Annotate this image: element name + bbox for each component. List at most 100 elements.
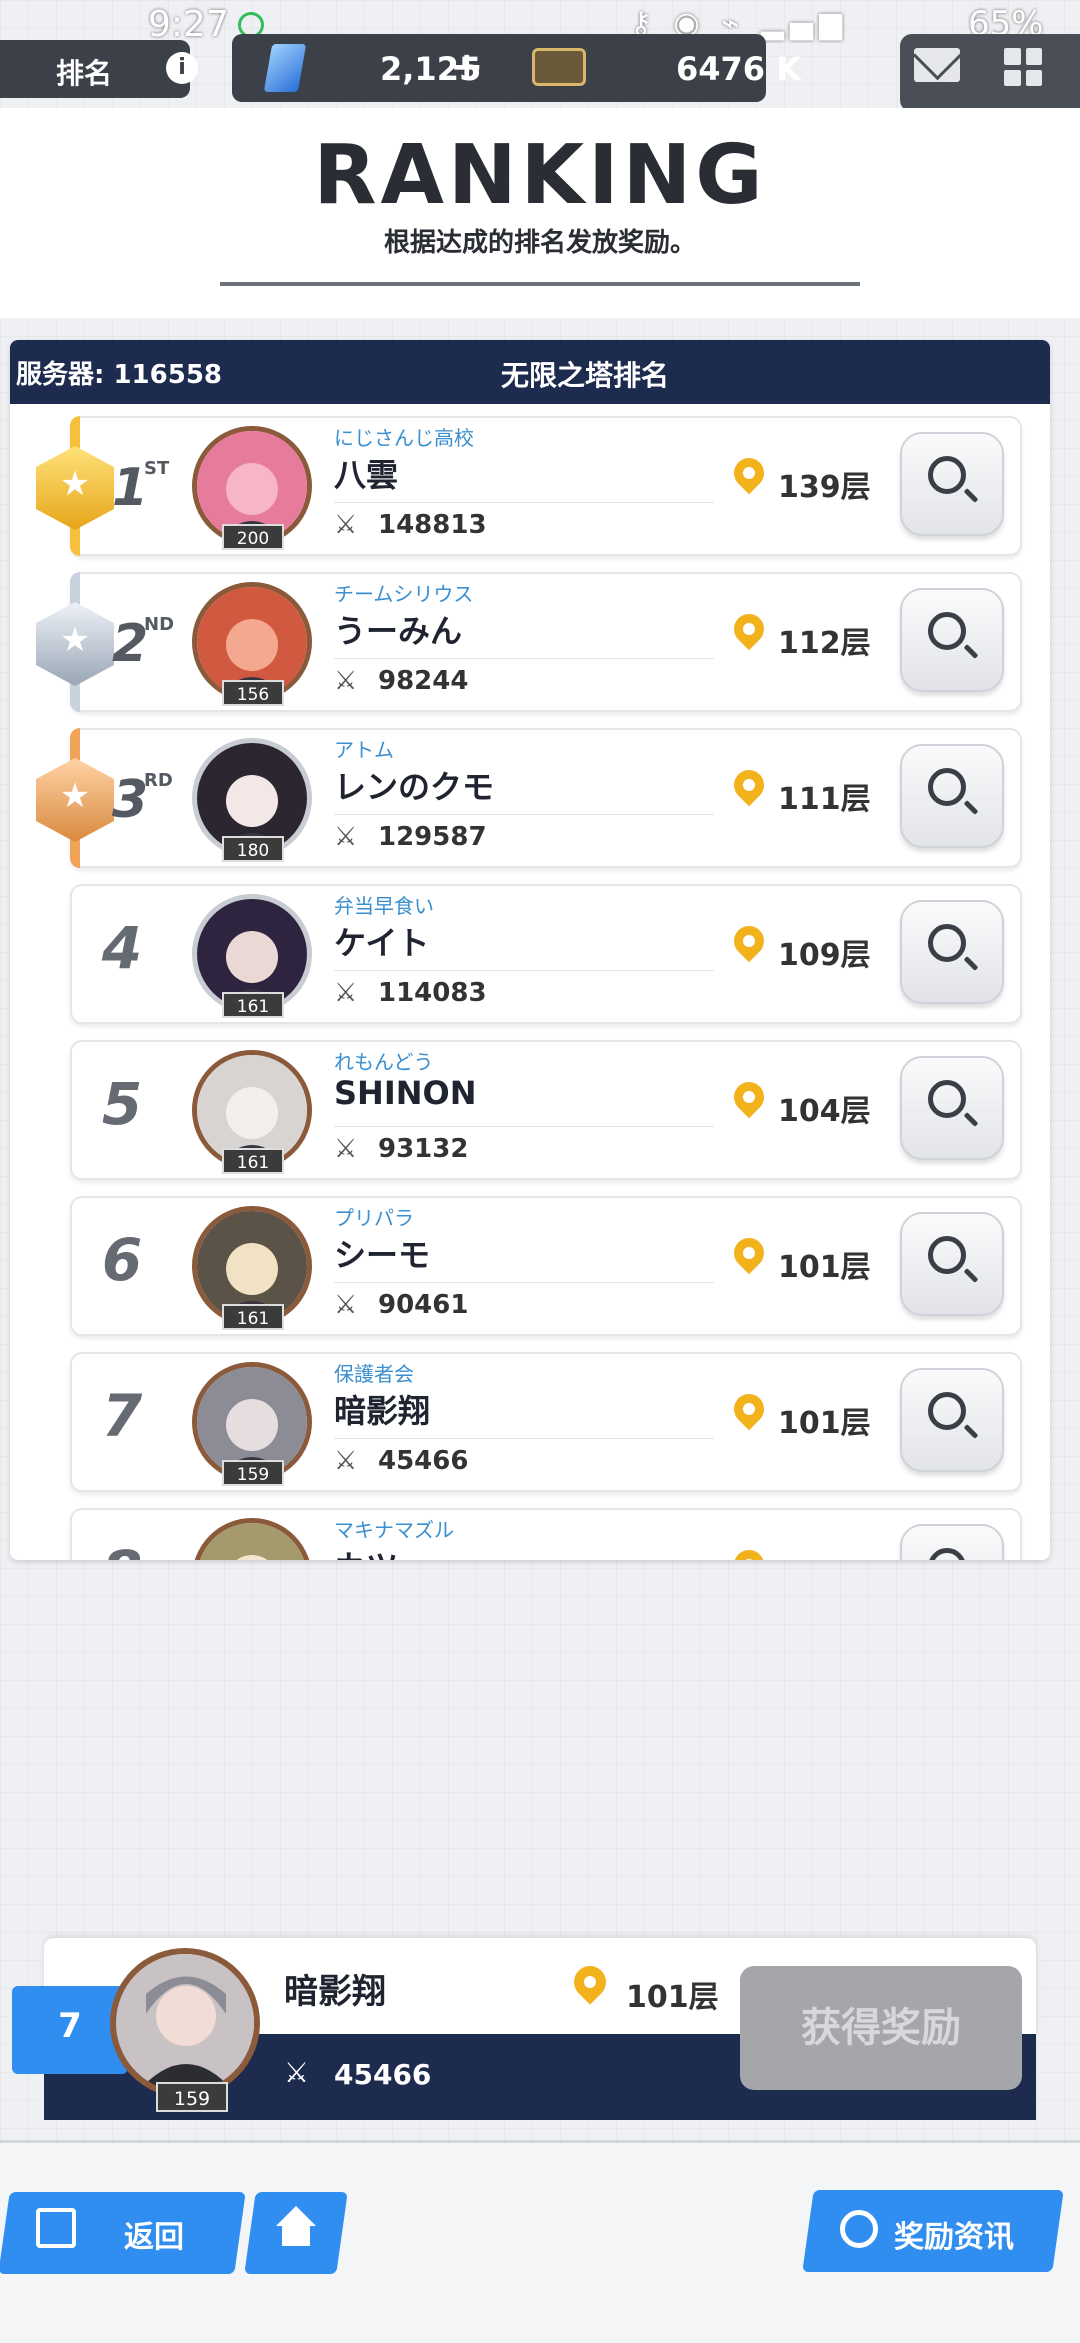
view-player-button[interactable] <box>900 744 1004 848</box>
guild-name: チームシリウス <box>334 582 474 606</box>
floor-value: 101层 <box>778 1406 871 1441</box>
ranking-row[interactable]: 4 161 弁当早食い ケイト ⚔ 114083 109层 <box>70 884 1022 1024</box>
floor-pin-icon <box>727 919 771 963</box>
player-name: SHINON <box>334 1074 477 1112</box>
row-divider <box>334 1126 714 1127</box>
level-badge: 161 <box>222 1148 284 1174</box>
list-title: 无限之塔排名 <box>500 359 669 392</box>
view-player-button[interactable] <box>900 1056 1004 1160</box>
ranking-row[interactable]: 6 161 プリパラ シーモ ⚔ 90461 101层 <box>70 1196 1022 1336</box>
floor-pin-icon <box>727 763 771 807</box>
rank-medal: ★ 1 ST <box>32 438 182 538</box>
menu-grid-icon[interactable] <box>1004 48 1042 86</box>
my-floor: 101层 <box>626 1980 719 2015</box>
list-header: 服务器: 116558 无限之塔排名 <box>10 340 1050 404</box>
row-divider <box>334 1282 714 1283</box>
power-icon: ⚔ <box>334 1446 358 1476</box>
my-level-badge: 159 <box>156 2082 228 2112</box>
power-icon: ⚔ <box>334 1134 358 1164</box>
header-divider <box>220 282 860 326</box>
search-icon <box>928 924 966 962</box>
view-player-button[interactable] <box>900 1212 1004 1316</box>
page-subtitle: 根据达成的排名发放奖励。 <box>383 228 696 258</box>
guild-name: アトム <box>334 738 394 762</box>
ranking-row[interactable]: 7 159 保護者会 暗影翔 ⚔ 45466 101层 <box>70 1352 1022 1492</box>
rank-number: 8 <box>72 1538 172 1560</box>
power-icon: ⚔ <box>334 978 358 1008</box>
power-value: 90461 <box>378 1290 469 1320</box>
power-value: 148813 <box>378 510 487 540</box>
ranking-row[interactable]: 5 161 れもんどう SHINON ⚔ 93132 104层 <box>70 1040 1022 1180</box>
view-player-button[interactable] <box>900 432 1004 536</box>
guild-name: 弁当早食い <box>334 894 434 918</box>
rank-number: 7 <box>101 1382 143 1450</box>
rank-number: 5 <box>101 1070 143 1138</box>
back-icon <box>36 2208 76 2248</box>
search-icon <box>928 1080 966 1118</box>
add-gems-button[interactable]: + <box>450 44 484 90</box>
search-icon <box>928 1236 966 1274</box>
power-value: 129587 <box>378 822 487 852</box>
floor-pin-icon <box>727 607 771 651</box>
search-icon <box>928 1392 966 1430</box>
view-player-button[interactable] <box>900 900 1004 1004</box>
star-icon: ★ <box>59 464 91 504</box>
row-divider <box>334 970 714 971</box>
floor-pin-icon <box>727 1543 771 1560</box>
view-player-button[interactable] <box>900 1524 1004 1560</box>
rank-number: 4 <box>101 914 143 982</box>
my-avatar[interactable] <box>110 1948 260 2098</box>
home-icon-base <box>282 2226 310 2246</box>
player-avatar[interactable] <box>192 1518 312 1560</box>
rank-number: 3 <box>112 770 149 830</box>
home-icon <box>276 2206 316 2226</box>
view-player-button[interactable] <box>900 588 1004 692</box>
level-badge: 161 <box>222 1304 284 1330</box>
ranking-row[interactable]: ★ 3 RD 180 アトム レンのクモ ⚔ 129587 111层 <box>36 728 1022 868</box>
player-name: 暗影翔 <box>334 1392 431 1430</box>
mail-icon[interactable] <box>914 48 960 82</box>
floor-value: 101层 <box>778 1250 871 1285</box>
rank-suffix: RD <box>144 770 173 791</box>
info-icon[interactable]: i <box>166 52 198 84</box>
guild-name: れもんどう <box>334 1050 434 1074</box>
row-divider <box>334 814 714 815</box>
status-time: 9:27 <box>148 4 229 45</box>
player-name: 八雲 <box>334 456 399 494</box>
level-badge: 161 <box>222 992 284 1018</box>
floor-value: 112层 <box>778 626 871 661</box>
search-icon <box>928 768 966 806</box>
ranking-row[interactable]: ★ 2 ND 156 チームシリウス うーみん ⚔ 98244 112层 <box>36 572 1022 712</box>
claim-reward-button[interactable]: 获得奖励 <box>740 1966 1022 2090</box>
player-name: シーモ <box>334 1236 431 1274</box>
guild-name: プリパラ <box>334 1206 414 1230</box>
rank-medal: ★ 3 RD <box>32 750 182 850</box>
power-value: 93132 <box>378 1134 469 1164</box>
ranking-list-panel: 服务器: 116558 无限之塔排名 ★ 1 ST 200 にじさんじ高校 八雲… <box>10 340 1050 1560</box>
star-icon: ★ <box>59 776 91 816</box>
ranking-tab-label: 排名 <box>56 57 113 90</box>
power-icon: ⚔ <box>334 822 358 852</box>
ticket-icon <box>532 48 586 86</box>
back-button-label: 返回 <box>124 2220 184 2255</box>
my-name: 暗影翔 <box>284 1972 386 2012</box>
rank-number: 6 <box>101 1226 143 1294</box>
ranking-row[interactable]: 8 162 マキナマズル カツ ⚔ 80216 99层 <box>70 1508 1022 1560</box>
medal-icon <box>840 2210 878 2248</box>
power-icon: ⚔ <box>334 666 358 696</box>
reward-info-label: 奖励资讯 <box>894 2220 1014 2255</box>
floor-value: 139层 <box>778 470 871 505</box>
ticket-count: 6476 K <box>676 50 801 88</box>
level-badge: 200 <box>222 524 284 550</box>
player-name: うーみん <box>334 612 463 650</box>
ranking-rows[interactable]: ★ 1 ST 200 にじさんじ高校 八雲 ⚔ 148813 139层 ★ 2 … <box>10 404 1050 1560</box>
level-badge: 159 <box>222 1460 284 1486</box>
rank-medal: ★ 2 ND <box>32 594 182 694</box>
view-player-button[interactable] <box>900 1368 1004 1472</box>
player-name: カツ <box>334 1542 398 1560</box>
power-value: 114083 <box>378 978 487 1008</box>
row-divider <box>334 1438 714 1439</box>
ranking-row[interactable]: ★ 1 ST 200 にじさんじ高校 八雲 ⚔ 148813 139层 <box>36 416 1022 556</box>
level-badge: 156 <box>222 680 284 706</box>
power-icon: ⚔ <box>284 2056 310 2089</box>
